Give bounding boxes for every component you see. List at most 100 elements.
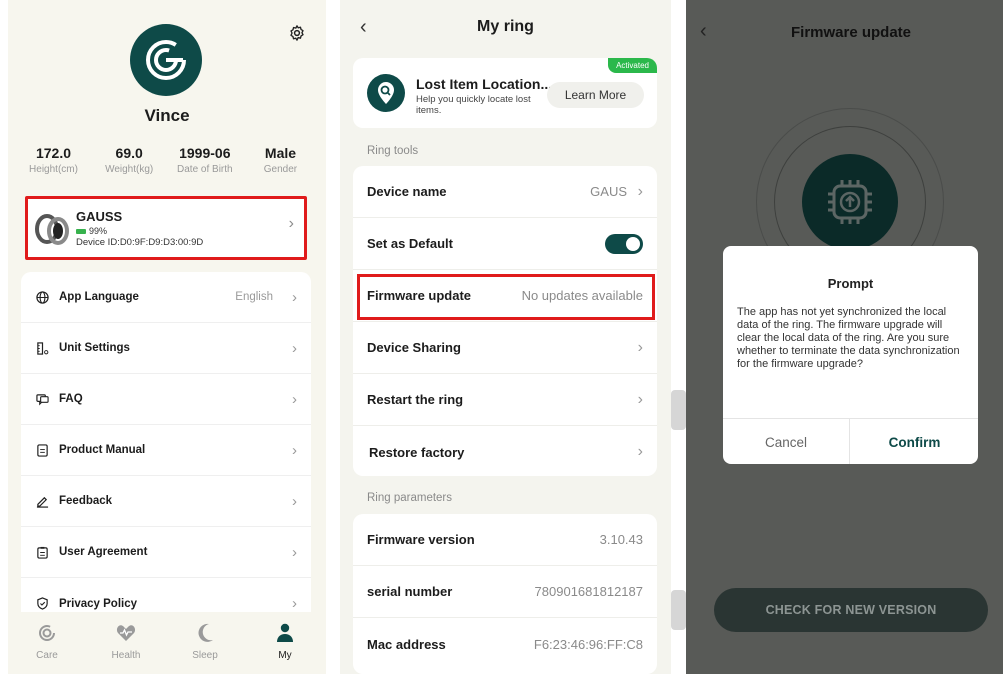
row-label: Set as Default	[367, 236, 453, 251]
stat-height: 172.0 Height(cm)	[16, 145, 91, 175]
chevron-right-icon: ›	[637, 338, 643, 356]
menu-item-unit-settings[interactable]: Unit Settings ›	[21, 323, 311, 374]
row-value: GAUS	[590, 184, 627, 199]
divider-decoration	[671, 390, 686, 430]
care-icon	[17, 622, 77, 644]
row-label: Device name	[367, 184, 447, 199]
dialog-title: Prompt	[827, 276, 874, 291]
chevron-right-icon: ›	[292, 339, 297, 357]
device-id: Device ID:D0:9F:D9:D3:00:9D	[76, 237, 204, 248]
row-device-sharing[interactable]: Device Sharing ›	[353, 322, 657, 374]
chevron-right-icon: ›	[292, 543, 297, 561]
menu-value: English	[235, 291, 273, 303]
stat-gender: Male Gender	[243, 145, 318, 175]
location-pin-icon	[367, 74, 405, 112]
dialog-message: The app has not yet synchronized the loc…	[737, 306, 960, 370]
ring-image-icon	[34, 211, 70, 247]
menu-item-user-agreement[interactable]: User Agreement ›	[21, 527, 311, 578]
document-icon	[35, 443, 49, 457]
row-device-name[interactable]: Device name GAUS ›	[353, 166, 657, 218]
person-icon	[255, 622, 315, 644]
section-label-ring-parameters: Ring parameters	[367, 492, 453, 504]
page-title: My ring	[477, 18, 534, 35]
pencil-icon	[35, 494, 49, 508]
stat-value: 69.0	[115, 145, 143, 161]
row-label: Firmware version	[367, 532, 475, 547]
shield-icon	[35, 597, 49, 611]
tab-my[interactable]: My	[255, 622, 315, 661]
ring-tools-card: Device name GAUS › Set as Default Firmwa…	[353, 166, 657, 476]
chevron-right-icon: ›	[292, 288, 297, 306]
settings-menu: App Language English › Unit Settings › F…	[21, 272, 311, 622]
lost-item-subtitle: Help you quickly locate lost items.	[416, 94, 531, 116]
tab-sleep[interactable]: Sleep	[175, 622, 235, 661]
default-toggle[interactable]	[605, 233, 643, 254]
prompt-dialog: Prompt The app has not yet synchronized …	[723, 246, 978, 464]
user-name: Vince	[144, 106, 190, 125]
dialog-actions: Cancel Confirm	[723, 418, 978, 464]
stat-label: Height(cm)	[29, 164, 78, 175]
battery-status: 99%	[76, 226, 107, 236]
device-card[interactable]: GAUSS 99% Device ID:D0:9F:D9:D3:00:9D ›	[25, 196, 307, 260]
ruler-icon	[35, 341, 49, 355]
menu-label: FAQ	[59, 393, 83, 405]
row-label: Device Sharing	[367, 340, 461, 355]
tab-health[interactable]: Health	[96, 622, 156, 661]
battery-icon	[76, 228, 86, 234]
row-value: 780901681812187	[534, 584, 643, 599]
clipboard-icon	[35, 545, 49, 559]
lost-item-title: Lost Item Location...	[416, 76, 553, 92]
profile-screen: Vince 172.0 Height(cm) 69.0 Weight(kg) 199…	[8, 0, 326, 674]
activated-badge: Activated	[608, 58, 657, 73]
row-value: 3.10.43	[599, 532, 643, 547]
row-value: F6:23:46:96:FF:C8	[533, 636, 643, 652]
menu-label: User Agreement	[59, 546, 148, 558]
row-label: serial number	[367, 584, 453, 599]
row-label: Restore factory	[369, 444, 465, 460]
menu-item-faq[interactable]: FAQ ›	[21, 374, 311, 425]
row-restart-ring[interactable]: Restart the ring ›	[353, 374, 657, 426]
row-firmware-version: Firmware version 3.10.43	[353, 514, 657, 566]
chevron-right-icon: ›	[288, 215, 294, 232]
page-title: Firmware update	[790, 24, 912, 41]
menu-item-product-manual[interactable]: Product Manual ›	[21, 425, 311, 476]
tab-label: Care	[36, 650, 58, 661]
stat-value: Male	[264, 145, 297, 161]
menu-item-feedback[interactable]: Feedback ›	[21, 476, 311, 527]
stat-weight: 69.0 Weight(kg)	[92, 145, 167, 175]
tab-label: My	[278, 650, 292, 661]
chevron-right-icon: ›	[637, 182, 643, 200]
chip-upload-icon	[802, 154, 898, 250]
chevron-right-icon: ›	[292, 492, 297, 510]
chevron-right-icon: ›	[637, 390, 643, 408]
stat-value: 172.0	[35, 145, 72, 161]
tab-label: Sleep	[192, 650, 218, 661]
moon-icon	[175, 622, 235, 644]
learn-more-button[interactable]: Learn More	[547, 82, 644, 108]
chevron-right-icon: ›	[292, 441, 297, 459]
globe-icon	[35, 290, 49, 304]
menu-label: Feedback	[59, 495, 113, 507]
chevron-right-icon: ›	[292, 390, 297, 408]
check-new-version-button[interactable]: CHECK FOR NEW VERSION	[714, 588, 988, 632]
settings-gear-icon[interactable]	[288, 24, 306, 42]
row-label: Restart the ring	[367, 392, 464, 407]
chevron-right-icon: ›	[637, 443, 643, 460]
cancel-button[interactable]: Cancel	[723, 419, 850, 464]
divider-decoration	[671, 590, 686, 630]
lost-item-card[interactable]: Lost Item Location... Help you quickly l…	[353, 58, 657, 128]
stat-birth: 1999-06 Date of Birth	[167, 145, 242, 175]
tab-label: Health	[111, 650, 141, 661]
bottom-tab-bar: Care Health Sleep My	[8, 612, 326, 674]
menu-label: Product Manual	[59, 444, 146, 456]
confirm-button[interactable]: Confirm	[851, 419, 978, 464]
section-label-ring-tools: Ring tools	[367, 145, 419, 157]
stat-label: Date of Birth	[177, 164, 233, 175]
avatar[interactable]	[130, 24, 202, 96]
ring-parameters-card: Firmware version 3.10.43 serial number 7…	[353, 514, 657, 674]
firmware-update-screen: ‹ Firmware update Prompt The app has not…	[686, 0, 1003, 674]
menu-item-app-language[interactable]: App Language English ›	[21, 272, 311, 323]
heart-icon	[96, 622, 156, 644]
row-restore-factory[interactable]: Restore factory ›	[353, 426, 657, 476]
tab-care[interactable]: Care	[17, 622, 77, 661]
